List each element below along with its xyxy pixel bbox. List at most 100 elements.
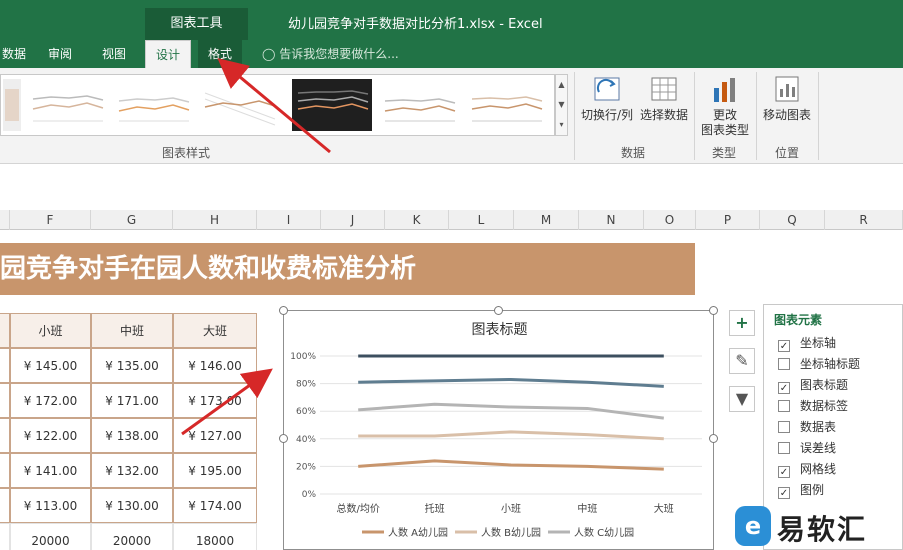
tab-design[interactable]: 设计: [145, 40, 192, 68]
table-cell[interactable]: ¥ 141.00: [10, 453, 91, 488]
column-header[interactable]: J: [321, 210, 385, 230]
chart-style-thumb[interactable]: [379, 79, 459, 131]
resize-handle[interactable]: [709, 306, 718, 315]
resize-handle[interactable]: [279, 306, 288, 315]
group-separator: [694, 72, 695, 160]
checkbox-icon[interactable]: [778, 421, 790, 433]
chart-style-thumb[interactable]: [113, 79, 193, 131]
checkbox-checked-icon[interactable]: ✓: [778, 466, 790, 478]
chart-element-chart-title[interactable]: ✓ 图表标题: [778, 375, 848, 395]
type-group-label: 类型: [712, 146, 737, 160]
chart-element-axis-titles[interactable]: 坐标轴标题: [778, 354, 860, 374]
y-tick-label: 80%: [296, 380, 316, 390]
table-cell[interactable]: ¥ 113.00: [10, 488, 91, 523]
table-cell[interactable]: ¥ 138.00: [91, 418, 173, 453]
tab-data[interactable]: 数据: [0, 40, 36, 68]
column-header[interactable]: M: [514, 210, 579, 230]
chart-style-thumb[interactable]: [27, 79, 107, 131]
series-line[interactable]: [358, 430, 664, 441]
chart-elements-button[interactable]: +: [729, 310, 755, 336]
table-cell[interactable]: [0, 348, 10, 383]
chart-element-data-labels[interactable]: 数据标签: [778, 396, 848, 416]
switch-row-column-icon: [594, 77, 620, 101]
table-cell[interactable]: ¥ 146.00: [173, 348, 257, 383]
column-header[interactable]: N: [579, 210, 644, 230]
table-cell[interactable]: ¥ 173.00: [173, 383, 257, 418]
table-cell[interactable]: ¥ 145.00: [10, 348, 91, 383]
select-data-button[interactable]: 选择数据: [637, 74, 691, 123]
column-header[interactable]: K: [385, 210, 449, 230]
ribbon-design: ▲ ▼ ▾ 图表样式 切换行/列 选择数据 数据 更改 图表类型 类型 移动图表…: [0, 68, 903, 164]
scroll-down-icon[interactable]: ▼: [556, 95, 567, 115]
resize-handle[interactable]: [494, 306, 503, 315]
table-cell[interactable]: [0, 313, 10, 348]
series-line[interactable]: [358, 377, 664, 388]
chart-filters-button[interactable]: ▼: [729, 386, 755, 412]
table-cell[interactable]: ¥ 172.00: [10, 383, 91, 418]
table-cell[interactable]: ¥ 135.00: [91, 348, 173, 383]
checkbox-icon[interactable]: [778, 400, 790, 412]
column-header[interactable]: G: [91, 210, 173, 230]
table-cell[interactable]: 18000: [173, 523, 257, 550]
group-separator: [818, 72, 819, 160]
chart-element-legend[interactable]: ✓ 图例: [778, 480, 824, 500]
tab-view[interactable]: 视图: [92, 40, 136, 68]
chart-style-thumb[interactable]: [199, 79, 279, 131]
tell-me-search[interactable]: ◯ 告诉我您想要做什么...: [262, 40, 399, 68]
checkbox-checked-icon[interactable]: ✓: [778, 382, 790, 394]
table-cell[interactable]: [0, 383, 10, 418]
table-cell[interactable]: ¥ 171.00: [91, 383, 173, 418]
gallery-scroll[interactable]: ▲ ▼ ▾: [555, 74, 568, 136]
column-header[interactable]: H: [173, 210, 257, 230]
tab-review[interactable]: 审阅: [38, 40, 82, 68]
gallery-more-icon[interactable]: ▾: [556, 115, 567, 135]
column-header[interactable]: P: [696, 210, 760, 230]
chart-element-error-bars[interactable]: 误差线: [778, 438, 836, 458]
switch-row-column-button[interactable]: 切换行/列: [580, 74, 634, 123]
column-header[interactable]: O: [644, 210, 696, 230]
column-header[interactable]: R: [825, 210, 903, 230]
table-header-cell[interactable]: 中班: [91, 313, 173, 348]
table-header-cell[interactable]: 小班: [10, 313, 91, 348]
chart-style-thumb[interactable]: [466, 79, 546, 131]
table-row: ¥ 113.00 ¥ 130.00 ¥ 174.00: [0, 488, 258, 523]
table-cell[interactable]: 20000: [91, 523, 173, 550]
table-cell[interactable]: ¥ 122.00: [10, 418, 91, 453]
table-cell[interactable]: ¥ 195.00: [173, 453, 257, 488]
table-cell[interactable]: [0, 523, 10, 550]
table-cell[interactable]: [0, 488, 10, 523]
chart-element-gridlines[interactable]: ✓ 网格线: [778, 459, 836, 479]
table-cell[interactable]: ¥ 130.00: [91, 488, 173, 523]
column-header[interactable]: Q: [760, 210, 825, 230]
chart-style-thumb-dark[interactable]: [292, 79, 372, 131]
column-header[interactable]: [0, 210, 10, 230]
series-line[interactable]: [358, 459, 664, 471]
tab-format[interactable]: 格式: [198, 40, 243, 68]
line-chart[interactable]: 图表标题 0% 20% 40% 60% 80% 100% 总数/均价 托班 小班 中班 大班 人数 A…: [283, 310, 714, 550]
table-cell[interactable]: ¥ 174.00: [173, 488, 257, 523]
checkbox-checked-icon[interactable]: ✓: [778, 487, 790, 499]
chart-style-thumb[interactable]: [3, 79, 21, 131]
resize-handle[interactable]: [709, 434, 718, 443]
scroll-up-icon[interactable]: ▲: [556, 75, 567, 95]
chart-styles-button[interactable]: ✎: [729, 348, 755, 374]
checkbox-icon[interactable]: [778, 442, 790, 454]
checkbox-checked-icon[interactable]: ✓: [778, 340, 790, 352]
chart-element-axes[interactable]: ✓ 坐标轴: [778, 333, 836, 353]
column-header[interactable]: I: [257, 210, 321, 230]
column-header[interactable]: F: [10, 210, 91, 230]
resize-handle[interactable]: [279, 434, 288, 443]
table-cell[interactable]: [0, 418, 10, 453]
table-cell[interactable]: [0, 453, 10, 488]
table-cell[interactable]: ¥ 127.00: [173, 418, 257, 453]
table-header-cell[interactable]: 大班: [173, 313, 257, 348]
chart-element-data-table[interactable]: 数据表: [778, 417, 836, 437]
table-cell[interactable]: 20000: [10, 523, 91, 550]
table-cell[interactable]: ¥ 132.00: [91, 453, 173, 488]
column-header[interactable]: L: [449, 210, 514, 230]
change-chart-type-button[interactable]: 更改 图表类型: [698, 74, 752, 138]
move-chart-button[interactable]: 移动图表: [760, 74, 814, 123]
select-data-icon: [651, 77, 677, 101]
switch-row-column-label: 切换行/列: [580, 108, 634, 122]
checkbox-icon[interactable]: [778, 358, 790, 370]
